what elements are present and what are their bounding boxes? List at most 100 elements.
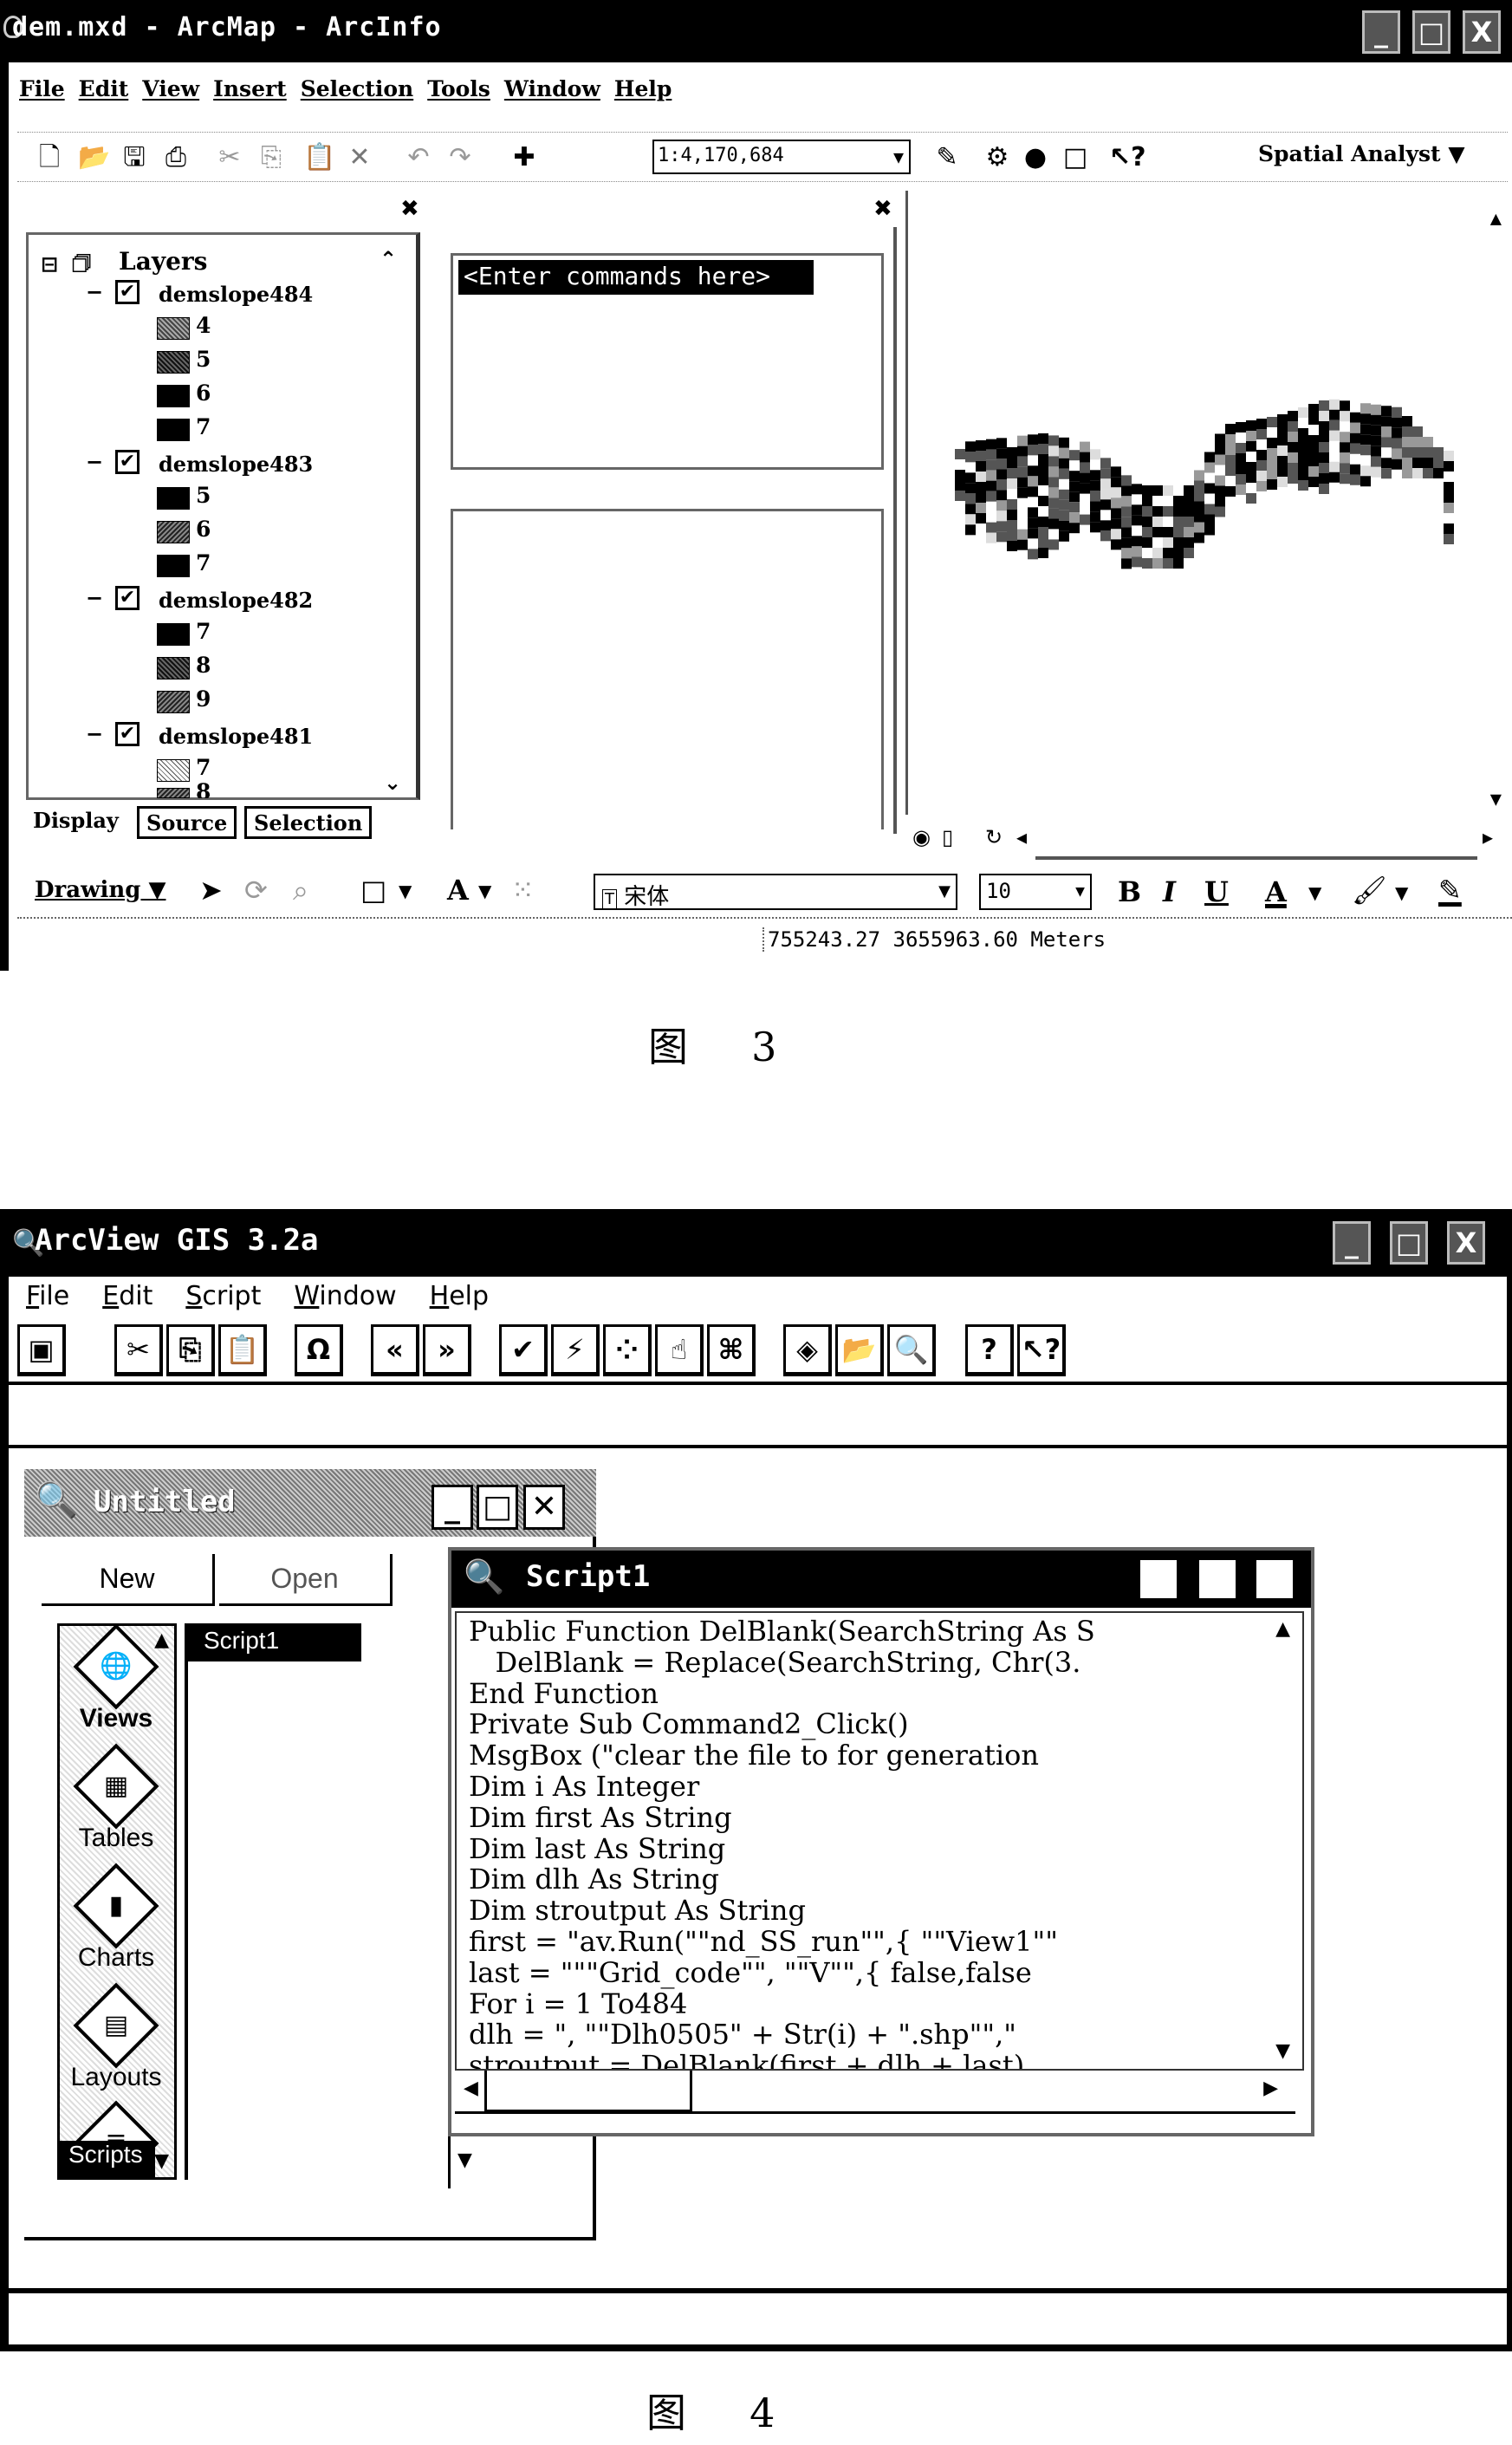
copy-icon[interactable]: ⎘ [166,1324,215,1376]
paste-icon[interactable]: 📋 [218,1324,267,1376]
compile-omega-icon[interactable]: Ω [295,1324,343,1376]
scroll-up-icon[interactable]: ▲ [1275,1618,1290,1640]
menu-edit[interactable]: Edit [102,1281,152,1311]
scroll-down-icon[interactable]: ▼ [154,2150,169,2172]
scroll-left-icon[interactable]: ◀ [464,2078,478,2099]
document-type-list[interactable]: ▲ 🌐 Views ▦ Tables ▮ Charts ▤ Layouts ≣ … [57,1623,177,2180]
menu-help[interactable]: Help [430,1281,489,1311]
line-color-icon[interactable]: ✎ [1438,874,1462,907]
run-icon[interactable]: ⚡ [551,1324,600,1376]
font-name-dropdown[interactable]: T 宋体 ▼ [594,874,957,910]
text-tool-icon[interactable]: A [447,874,469,907]
maximize-button[interactable]: □ [1390,1221,1428,1265]
underline-button[interactable]: U [1204,875,1229,908]
layer-name[interactable]: demslope483 [159,452,313,477]
italic-button[interactable]: I [1163,875,1176,908]
window-icon[interactable]: □ [1061,141,1090,174]
save-icon[interactable]: 🖫 [120,141,149,174]
menu-window[interactable]: Window [504,76,600,111]
new-button[interactable]: New [42,1554,215,1606]
menu-selection[interactable]: Selection [301,76,413,111]
menu-window[interactable]: Window [294,1281,396,1311]
properties-icon[interactable]: ◈ [783,1324,832,1376]
open-button[interactable]: Open [219,1554,393,1606]
whats-this-help-icon[interactable]: ↖? [1109,141,1146,174]
chevron-down-icon[interactable]: ▼ [1308,882,1321,903]
close-button[interactable]: X [1463,10,1501,54]
minimize-button[interactable]: _ [1362,10,1400,54]
select-pointer-icon[interactable]: ➤ [199,874,223,907]
layer-visibility-checkbox[interactable]: ✔ [115,722,140,746]
layer-name[interactable]: demslope482 [159,588,313,613]
layer-visibility-checkbox[interactable]: ✔ [115,280,140,304]
zoom-whole-page-icon[interactable]: ⌕ [293,874,308,907]
doc-type-views[interactable]: 🌐 Views [60,1626,172,1733]
layer-collapse-icon[interactable]: − [86,586,103,610]
paste-icon[interactable]: 📋 [303,141,335,174]
edit-vertices-icon[interactable]: ⁙ [511,874,535,907]
map-scale-dropdown[interactable]: 1:4,170,684 ▼ [652,140,911,174]
step-back-icon[interactable]: « [371,1324,419,1376]
layout-view-icon[interactable]: ▯ [942,825,953,849]
drawing-menu[interactable]: Drawing ▼ [35,877,165,903]
command-input[interactable]: <Enter commands here> [451,253,884,470]
document-item-selected[interactable]: Script1 [188,1623,361,1661]
examine-icon[interactable]: ☝ [655,1324,704,1376]
help-icon[interactable]: ? [965,1324,1014,1376]
chevron-down-icon[interactable]: ▼ [399,881,412,901]
maximize-button[interactable]: □ [477,1485,518,1530]
layer-visibility-checkbox[interactable]: ✔ [115,450,140,474]
scroll-up-icon[interactable]: ▲ [1490,208,1502,230]
doc-type-layouts[interactable]: ▤ Layouts [60,1982,172,2092]
scroll-up-icon[interactable]: ⌃ [380,247,397,271]
arc-catalog-icon[interactable]: ● [1021,141,1050,174]
close-button[interactable]: ✕ [1254,1557,1295,1601]
arc-toolbox-icon[interactable]: ⚙ [983,141,1012,174]
menu-script[interactable]: Script [185,1281,261,1311]
scroll-right-icon[interactable]: ▶ [1263,2078,1278,2099]
check-icon[interactable]: ✔ [499,1324,548,1376]
horizontal-scrollbar[interactable]: ◀ ▶ [455,2071,1295,2114]
menu-file[interactable]: File [19,76,65,111]
scroll-down-icon[interactable]: ▼ [448,2128,479,2188]
spatial-analyst-menu[interactable]: Spatial Analyst ▼ [1258,141,1465,166]
minimize-button[interactable]: _ [1138,1557,1179,1601]
scroll-left-icon[interactable]: ◂ [1016,825,1027,849]
layer-visibility-checkbox[interactable]: ✔ [115,586,140,610]
editor-toolbar-icon[interactable]: ✎ [932,141,962,174]
bold-button[interactable]: B [1118,875,1141,908]
layer-name[interactable]: demslope481 [159,724,313,749]
chevron-down-icon[interactable]: ▼ [1395,882,1408,903]
delete-icon[interactable]: ✕ [345,141,374,174]
close-button[interactable]: X [1447,1221,1485,1265]
debug-icon[interactable]: ⌘ [707,1324,756,1376]
add-data-icon[interactable]: ✚ [509,141,539,174]
tab-selection[interactable]: Selection [244,806,373,839]
open-icon[interactable]: 📂 [835,1324,884,1376]
rotate-icon[interactable]: ⟳ [244,874,268,907]
font-size-dropdown[interactable]: 10 ▼ [979,874,1092,910]
open-folder-icon[interactable]: 📂 [78,141,110,174]
command-panel-close-icon[interactable]: ✖ [873,196,892,222]
context-help-icon[interactable]: ↖? [1017,1324,1066,1376]
collapse-icon[interactable]: ⊟ [41,252,58,276]
minimize-button[interactable]: _ [1333,1221,1371,1265]
cut-icon[interactable]: ✂ [114,1324,163,1376]
copy-icon[interactable]: ⎘ [256,141,286,174]
scroll-down-icon[interactable]: ⌄ [384,771,401,795]
map-display[interactable]: ▲ ▼ [905,191,1512,815]
cut-icon[interactable]: ✂ [215,141,244,174]
tab-display[interactable]: Display [26,806,126,839]
menu-file[interactable]: File [26,1281,69,1311]
data-view-icon[interactable]: ◉ [912,825,931,849]
load-text-icon[interactable]: 🔍 [887,1324,936,1376]
toc-close-icon[interactable]: ✖ [400,196,419,222]
scroll-right-icon[interactable]: ▸ [1483,825,1493,849]
horizontal-scrollbar[interactable] [1035,823,1477,860]
step-icon[interactable]: ⁘ [603,1324,652,1376]
layer-collapse-icon[interactable]: − [86,450,103,474]
doc-type-scripts-selected[interactable]: Scripts [60,2141,155,2177]
layer-collapse-icon[interactable]: − [86,722,103,746]
menu-insert[interactable]: Insert [213,76,287,111]
doc-type-charts[interactable]: ▮ Charts [60,1863,172,1973]
